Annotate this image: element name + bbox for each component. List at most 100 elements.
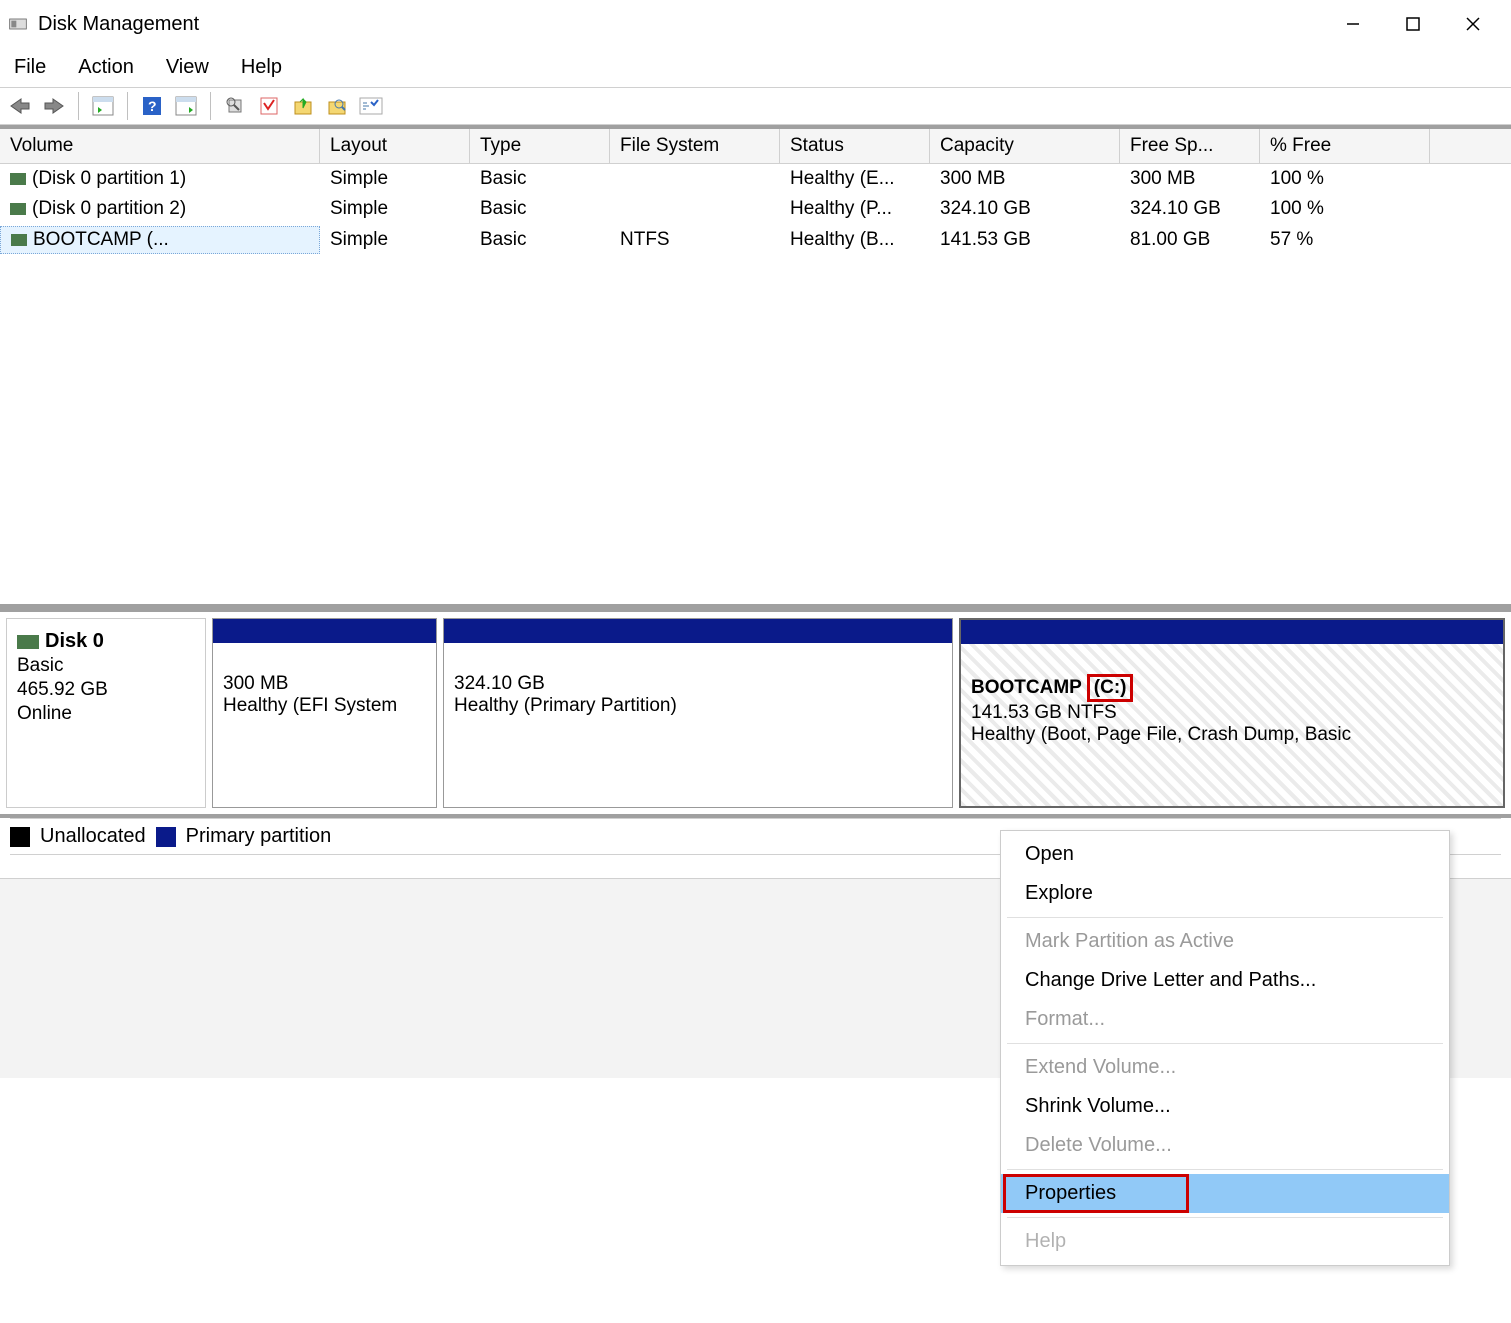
properties-highlight-box (1003, 1174, 1189, 1213)
partition-status: Healthy (EFI System (223, 695, 426, 717)
cm-delete: Delete Volume... (1001, 1126, 1449, 1165)
col-status[interactable]: Status (780, 129, 930, 163)
col-freespace[interactable]: Free Sp... (1120, 129, 1260, 163)
drive-icon (11, 234, 27, 246)
partition-title: BOOTCAMP (C:) (971, 674, 1493, 702)
volume-pct: 100 % (1260, 166, 1430, 192)
volume-status: Healthy (E... (780, 166, 930, 192)
disk-type: Basic (17, 654, 195, 678)
volume-capacity: 300 MB (930, 166, 1120, 192)
window-controls (1323, 0, 1503, 48)
volume-capacity: 141.53 GB (930, 227, 1120, 253)
menu-action[interactable]: Action (74, 52, 138, 83)
cm-format: Format... (1001, 1000, 1449, 1039)
cm-properties[interactable]: Properties (1001, 1174, 1449, 1213)
menu-help[interactable]: Help (237, 52, 286, 83)
disk-icon (17, 635, 39, 649)
minimize-button[interactable] (1323, 0, 1383, 48)
volume-fs (610, 207, 780, 211)
volume-fs (610, 177, 780, 181)
volume-free: 324.10 GB (1120, 196, 1260, 222)
col-filesystem[interactable]: File System (610, 129, 780, 163)
volume-name: (Disk 0 partition 2) (32, 198, 186, 219)
partition-block[interactable]: 324.10 GB Healthy (Primary Partition) (443, 618, 953, 808)
disk-name: Disk 0 (45, 630, 104, 652)
titlebar: Disk Management (0, 0, 1511, 48)
volume-pct: 100 % (1260, 196, 1430, 222)
volume-row[interactable]: (Disk 0 partition 2) Simple Basic Health… (0, 194, 1511, 224)
volume-list-body: (Disk 0 partition 1) Simple Basic Health… (0, 164, 1511, 604)
col-type[interactable]: Type (470, 129, 610, 163)
col-capacity[interactable]: Capacity (930, 129, 1120, 163)
partition-size: 324.10 GB (454, 673, 942, 695)
drive-letter-highlight: (C:) (1087, 674, 1134, 702)
partition-size: 141.53 GB NTFS (971, 702, 1493, 724)
find-icon[interactable] (323, 92, 351, 120)
volume-layout: Simple (320, 227, 470, 253)
legend-swatch-primary (156, 827, 176, 847)
menu-file[interactable]: File (10, 52, 50, 83)
volume-layout: Simple (320, 196, 470, 222)
properties-icon[interactable] (357, 92, 385, 120)
partition-status: Healthy (Primary Partition) (454, 695, 942, 717)
settings-icon[interactable] (221, 92, 249, 120)
refresh-icon[interactable] (255, 92, 283, 120)
volume-name: BOOTCAMP (... (33, 229, 169, 250)
partition-size: 300 MB (223, 673, 426, 695)
toolbar: ? (0, 87, 1511, 125)
rescan-disks-icon[interactable] (289, 92, 317, 120)
show-hide-console-tree-button[interactable] (89, 92, 117, 120)
back-button[interactable] (6, 92, 34, 120)
window-title: Disk Management (38, 13, 199, 36)
cm-help[interactable]: Help (1001, 1222, 1449, 1261)
cm-open[interactable]: Open (1001, 835, 1449, 874)
volume-list-header: Volume Layout Type File System Status Ca… (0, 129, 1511, 164)
col-pctfree[interactable]: % Free (1260, 129, 1430, 163)
disk-info[interactable]: Disk 0 Basic 465.92 GB Online (6, 618, 206, 808)
cm-change-letter[interactable]: Change Drive Letter and Paths... (1001, 961, 1449, 1000)
volume-free: 300 MB (1120, 166, 1260, 192)
partition-block-bootcamp[interactable]: BOOTCAMP (C:) 141.53 GB NTFS Healthy (Bo… (959, 618, 1505, 808)
volume-status: Healthy (P... (780, 196, 930, 222)
cm-explore[interactable]: Explore (1001, 874, 1449, 913)
volume-free: 81.00 GB (1120, 227, 1260, 253)
volume-list: Volume Layout Type File System Status Ca… (0, 125, 1511, 608)
drive-icon (10, 203, 26, 215)
col-volume[interactable]: Volume (0, 129, 320, 163)
volume-status: Healthy (B... (780, 227, 930, 253)
maximize-button[interactable] (1383, 0, 1443, 48)
close-button[interactable] (1443, 0, 1503, 48)
cm-mark-active: Mark Partition as Active (1001, 922, 1449, 961)
disk-graphical-panel: Disk 0 Basic 465.92 GB Online 300 MB Hea… (0, 608, 1511, 818)
volume-capacity: 324.10 GB (930, 196, 1120, 222)
menubar: File Action View Help (0, 48, 1511, 87)
volume-type: Basic (470, 166, 610, 192)
partition-block[interactable]: 300 MB Healthy (EFI System (212, 618, 437, 808)
volume-name: (Disk 0 partition 1) (32, 168, 186, 189)
disk-size: 465.92 GB (17, 678, 195, 702)
cm-shrink[interactable]: Shrink Volume... (1001, 1087, 1449, 1126)
volume-row[interactable]: BOOTCAMP (... Simple Basic NTFS Healthy … (0, 224, 1511, 256)
forward-button[interactable] (40, 92, 68, 120)
action-pane-button[interactable] (172, 92, 200, 120)
volume-type: Basic (470, 196, 610, 222)
partitions-container: 300 MB Healthy (EFI System 324.10 GB Hea… (206, 618, 1505, 808)
disk-status: Online (17, 702, 195, 726)
volume-row[interactable]: (Disk 0 partition 1) Simple Basic Health… (0, 164, 1511, 194)
cm-extend: Extend Volume... (1001, 1048, 1449, 1087)
col-layout[interactable]: Layout (320, 129, 470, 163)
svg-text:?: ? (148, 98, 157, 114)
help-icon[interactable]: ? (138, 92, 166, 120)
col-spacer (1430, 129, 1511, 163)
app-icon (8, 14, 28, 34)
drive-icon (10, 173, 26, 185)
volume-pct: 57 % (1260, 227, 1430, 253)
volume-fs: NTFS (610, 227, 780, 253)
volume-layout: Simple (320, 166, 470, 192)
volume-type: Basic (470, 227, 610, 253)
context-menu: Open Explore Mark Partition as Active Ch… (1000, 830, 1450, 1266)
legend-swatch-unallocated (10, 827, 30, 847)
partition-status: Healthy (Boot, Page File, Crash Dump, Ba… (971, 724, 1493, 746)
legend-label-unallocated: Unallocated (40, 825, 146, 848)
menu-view[interactable]: View (162, 52, 213, 83)
